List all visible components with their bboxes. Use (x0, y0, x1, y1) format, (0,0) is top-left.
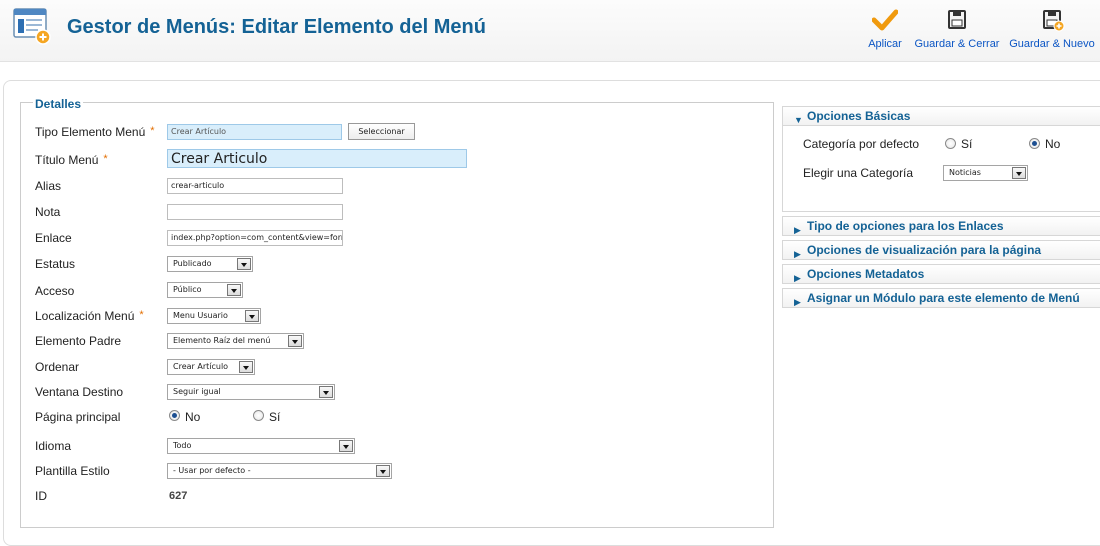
save-icon (948, 10, 966, 29)
elegir-categoria-label: Elegir una Categoría (803, 166, 914, 180)
dropdown-arrow-icon (227, 284, 241, 296)
acceso-select[interactable]: Público (167, 282, 243, 298)
id-value: 627 (169, 490, 188, 502)
categoria-defecto-label: Categoría por defecto (803, 137, 920, 151)
acceso-label: Acceso (35, 284, 75, 298)
idioma-label: Idioma (35, 439, 72, 453)
details-legend: Detalles (33, 97, 84, 111)
dropdown-arrow-icon (237, 258, 251, 270)
acceso-value: Público (173, 285, 202, 294)
accordion-title: Opciones Básicas (807, 109, 911, 123)
save-new-label: Guardar & Nuevo (1009, 38, 1095, 50)
ventana-select[interactable]: Seguir igual (167, 384, 335, 400)
save-new-button[interactable]: Guardar & Nuevo (1008, 8, 1096, 50)
menu-manager-icon (13, 8, 51, 45)
pagina-principal-no-label: No (185, 410, 201, 424)
idioma-value: Todo (173, 441, 192, 450)
localizacion-value: Menu Usuario (173, 311, 228, 320)
padre-value: Elemento Raíz del menú (173, 336, 271, 345)
alias-label: Alias (35, 179, 62, 193)
accordion-title: Asignar un Módulo para este elemento de … (807, 291, 1080, 305)
ordenar-label: Ordenar (35, 360, 80, 374)
page-title: Gestor de Menús: Editar Elemento del Men… (67, 16, 486, 38)
accordion-asignar-modulo[interactable]: ▶ Asignar un Módulo para este elemento de… (782, 288, 1100, 308)
categoria-select[interactable]: Noticias (943, 165, 1028, 181)
nota-label: Nota (35, 205, 61, 219)
accordion-opciones-visualizacion[interactable]: ▶ Opciones de visualización para la págin… (782, 240, 1100, 260)
titulo-label: Título Menú * (35, 153, 108, 167)
required-marker: * (103, 153, 108, 165)
triangle-right-icon: ▶ (794, 225, 801, 235)
accordion-title: Tipo de opciones para los Enlaces (807, 219, 1004, 233)
apply-button[interactable]: Aplicar (862, 8, 908, 50)
dropdown-arrow-icon (288, 335, 302, 347)
tipo-label-text: Tipo Elemento Menú (35, 125, 146, 139)
dropdown-arrow-icon (245, 310, 259, 322)
estatus-label: Estatus (35, 257, 76, 271)
required-marker: * (150, 125, 155, 137)
dropdown-arrow-icon (319, 386, 333, 398)
plantilla-value: - Usar por defecto - (173, 466, 251, 475)
enlace-input[interactable]: index.php?option=com_content&view=form&l… (167, 230, 343, 246)
save-close-button[interactable]: Guardar & Cerrar (911, 8, 1003, 50)
plantilla-label: Plantilla Estilo (35, 464, 110, 478)
plantilla-select[interactable]: - Usar por defecto - (167, 463, 392, 479)
estatus-value: Publicado (173, 259, 212, 268)
pagina-principal-si-radio[interactable] (253, 410, 264, 421)
page-header: Gestor de Menús: Editar Elemento del Men… (0, 0, 1100, 62)
save-new-icon (1043, 10, 1065, 32)
alias-input[interactable]: crear-articulo (167, 178, 343, 194)
id-label: ID (35, 489, 47, 503)
categoria-no-label: No (1045, 137, 1061, 151)
categoria-si-label: Sí (961, 137, 973, 151)
enlace-label: Enlace (35, 231, 72, 245)
triangle-right-icon: ▶ (794, 249, 801, 259)
localizacion-label: Localización Menú * (35, 309, 144, 323)
ordenar-value: Crear Artículo (173, 362, 229, 371)
ventana-value: Seguir igual (173, 387, 221, 396)
ordenar-select[interactable]: Crear Artículo (167, 359, 255, 375)
tipo-input[interactable]: Crear Artículo (167, 124, 342, 140)
nota-input[interactable] (167, 204, 343, 220)
idioma-select[interactable]: Todo (167, 438, 355, 454)
triangle-right-icon: ▶ (794, 273, 801, 283)
localizacion-select[interactable]: Menu Usuario (167, 308, 261, 324)
categoria-value: Noticias (949, 168, 981, 177)
apply-label: Aplicar (868, 38, 902, 50)
accordion-title: Opciones Metadatos (807, 267, 925, 281)
triangle-right-icon: ▶ (794, 297, 801, 307)
categoria-no-radio[interactable] (1029, 138, 1040, 149)
pagina-principal-si-label: Sí (269, 410, 281, 424)
select-type-button[interactable]: Seleccionar (348, 123, 415, 140)
save-close-label: Guardar & Cerrar (914, 38, 1000, 50)
titulo-input[interactable]: Crear Articulo (167, 149, 467, 168)
dropdown-arrow-icon (376, 465, 390, 477)
padre-select[interactable]: Elemento Raíz del menú (167, 333, 304, 349)
accordion-opciones-metadatos[interactable]: ▶ Opciones Metadatos (782, 264, 1100, 284)
dropdown-arrow-icon (339, 440, 353, 452)
pagina-principal-no-radio[interactable] (169, 410, 180, 421)
accordion-opciones-basicas[interactable]: ▼ Opciones Básicas (782, 106, 1100, 126)
dropdown-arrow-icon (1012, 167, 1026, 179)
tipo-label: Tipo Elemento Menú * (35, 125, 155, 139)
accordion-tipo-opciones-enlaces[interactable]: ▶ Tipo de opciones para los Enlaces (782, 216, 1100, 236)
pagina-principal-label: Página principal (35, 410, 121, 424)
accordion-title: Opciones de visualización para la página (807, 243, 1042, 257)
check-icon (872, 9, 898, 31)
titulo-label-text: Título Menú (35, 153, 99, 167)
categoria-si-radio[interactable] (945, 138, 956, 149)
estatus-select[interactable]: Publicado (167, 256, 253, 272)
ventana-label: Ventana Destino (35, 385, 124, 399)
dropdown-arrow-icon (239, 361, 253, 373)
padre-label: Elemento Padre (35, 334, 122, 348)
localizacion-label-text: Localización Menú (35, 309, 135, 323)
required-marker: * (139, 309, 144, 321)
